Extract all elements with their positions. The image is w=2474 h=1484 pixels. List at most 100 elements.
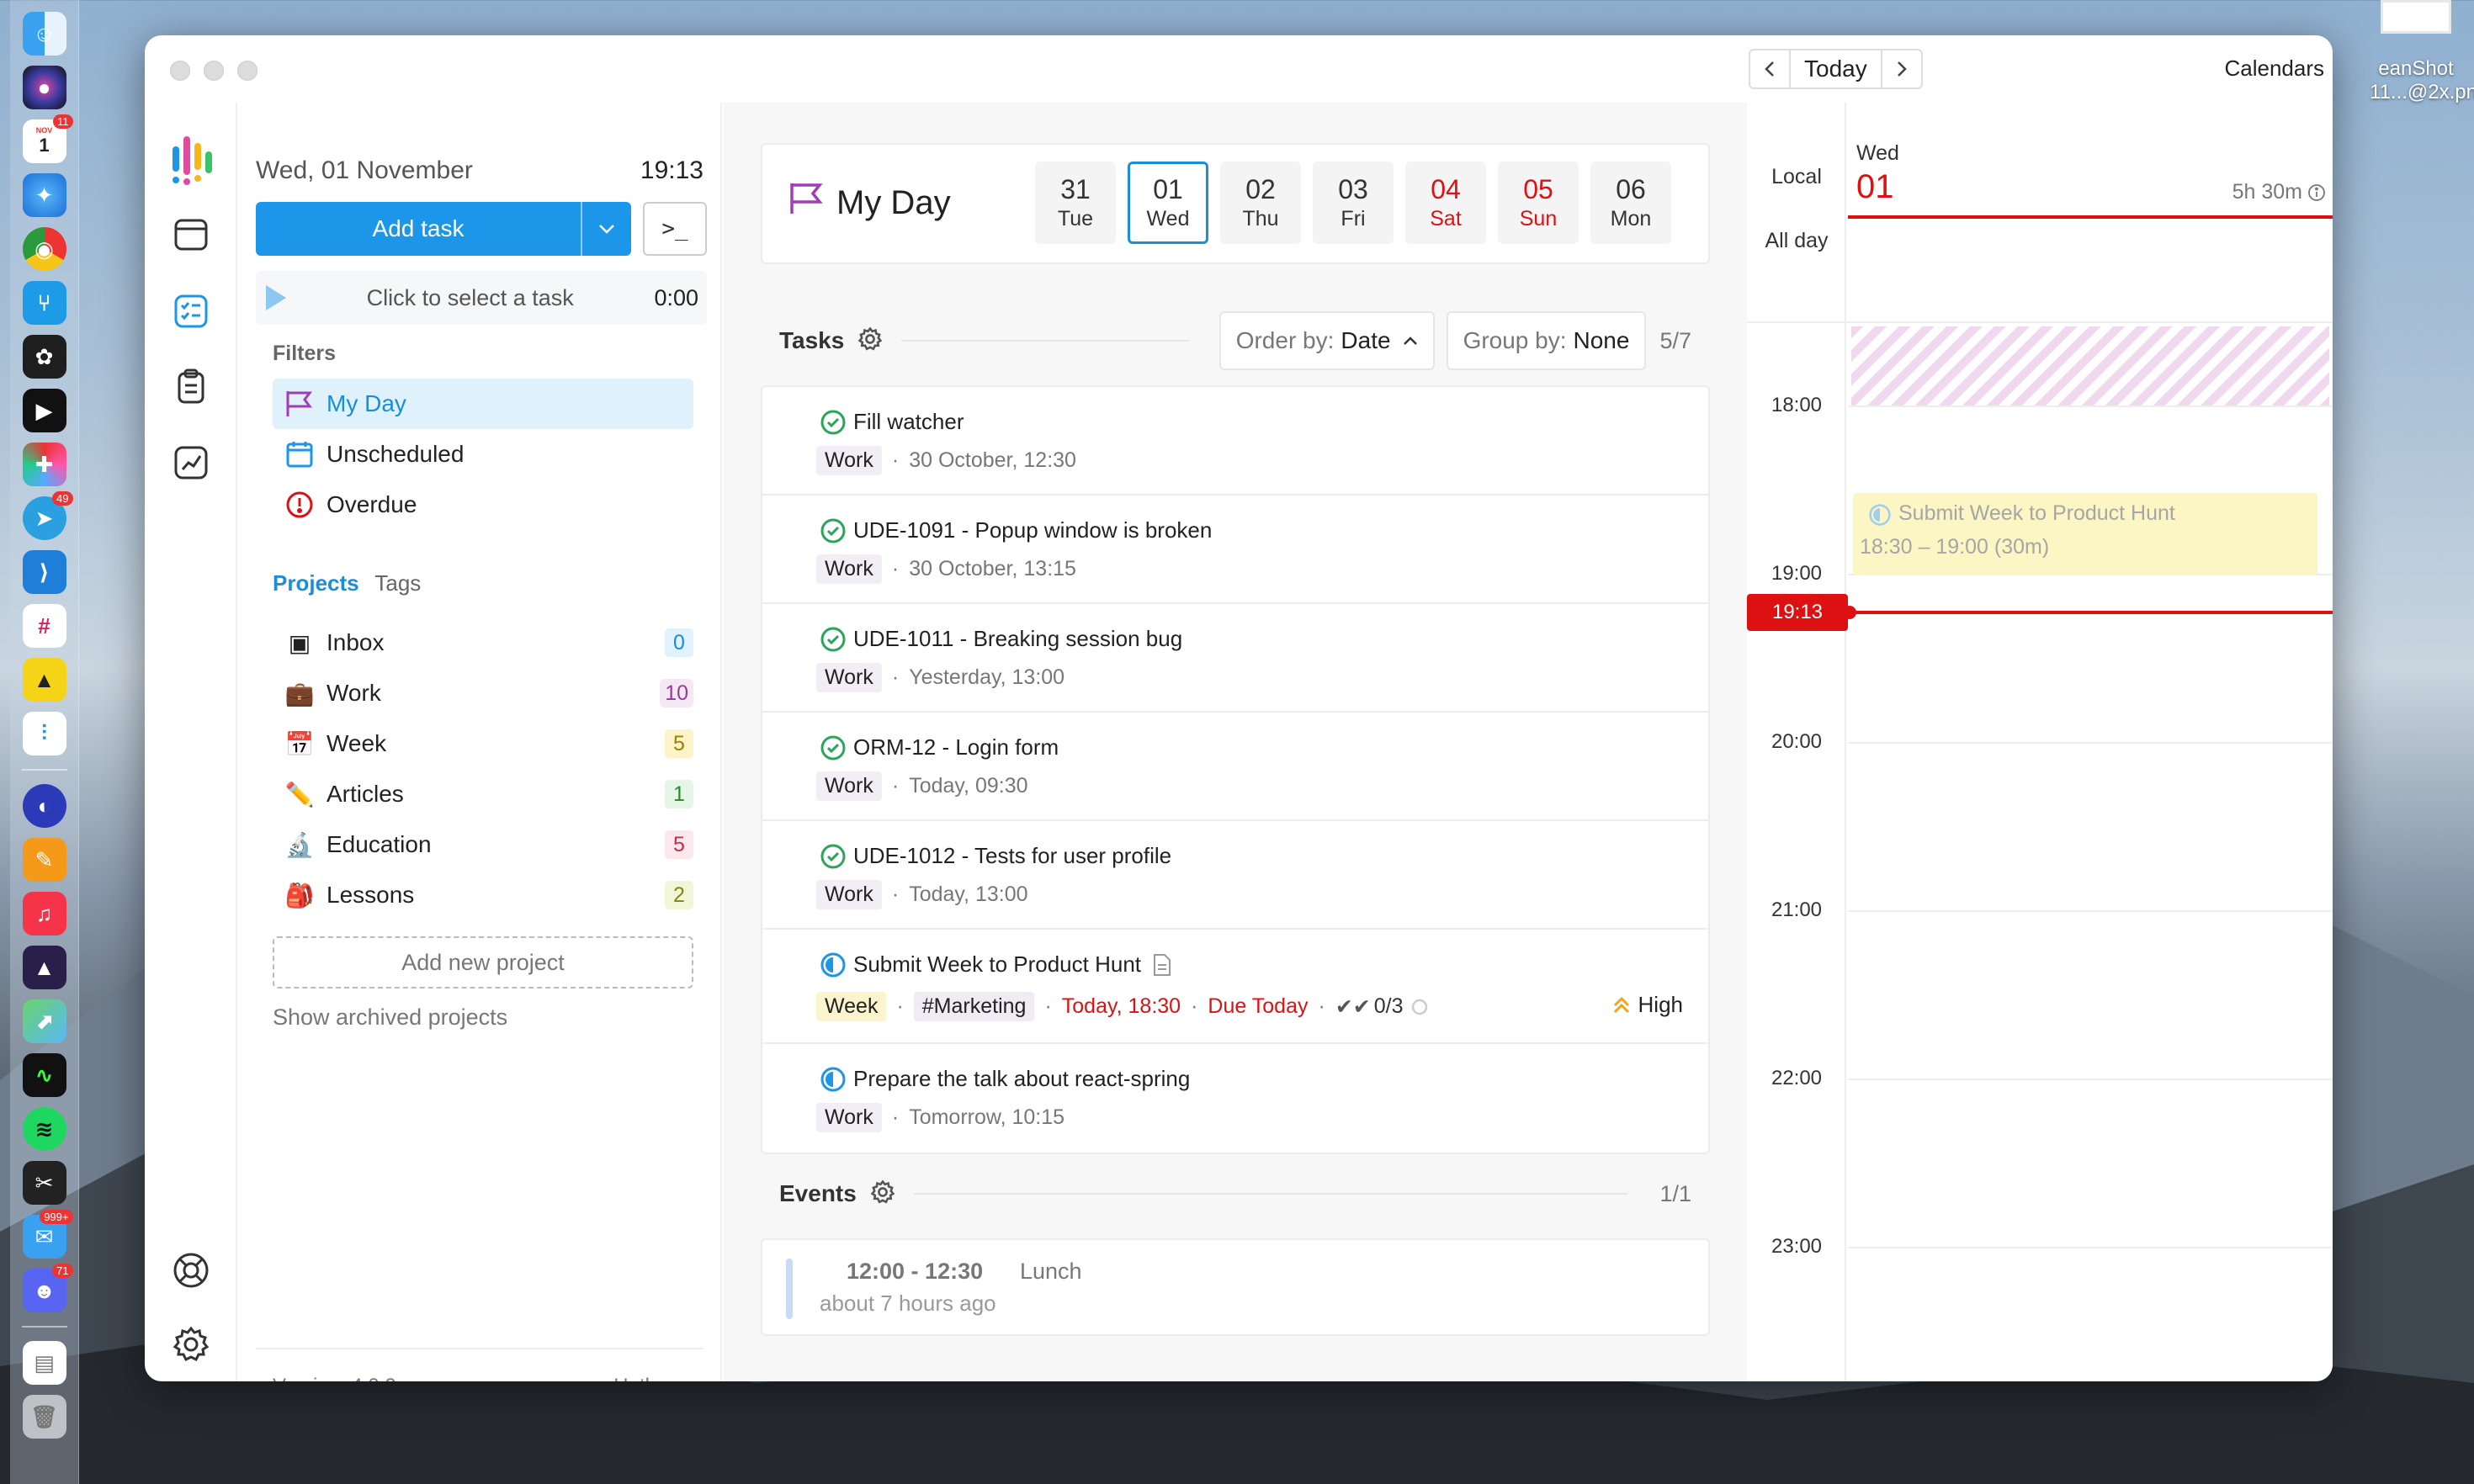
siri-icon[interactable]: ● bbox=[22, 66, 66, 109]
microscope-icon: 🔬 bbox=[284, 831, 315, 858]
desktop-screenshot-file[interactable]: eanShot 11...@2x.png bbox=[2370, 0, 2474, 104]
slack-icon[interactable]: # bbox=[22, 604, 66, 648]
order-by-value: Date bbox=[1341, 327, 1391, 353]
timer-duration: 0:00 bbox=[654, 284, 698, 310]
current-time-badge: 19:13 bbox=[1747, 594, 1848, 631]
task-done-check-icon[interactable] bbox=[820, 409, 847, 440]
add-new-project-button[interactable]: Add new project bbox=[273, 936, 693, 988]
day-tue[interactable]: 31 Tue bbox=[1035, 162, 1116, 244]
zoom-window-button[interactable] bbox=[237, 61, 257, 81]
calendar-event-block[interactable]: Submit Week to Product Hunt 18:30 – 19:0… bbox=[1853, 493, 2317, 575]
filter-overdue[interactable]: Overdue bbox=[273, 480, 693, 530]
craft-icon[interactable]: ✚ bbox=[22, 443, 66, 486]
project-articles[interactable]: ✏️ Articles 1 bbox=[273, 769, 693, 819]
add-task-dropdown[interactable] bbox=[581, 202, 631, 256]
task-project-tag[interactable]: Work bbox=[816, 880, 882, 909]
calendars-button[interactable]: Calendars bbox=[2224, 56, 2324, 82]
command-palette-button[interactable]: >_ bbox=[643, 202, 707, 256]
task-row[interactable]: ORM-12 - Login form Work · Today, 09:30 bbox=[762, 713, 1708, 821]
events-settings-gear-icon[interactable] bbox=[870, 1179, 895, 1209]
tab-projects[interactable]: Projects bbox=[273, 570, 359, 596]
prompt-icon[interactable]: ▶ bbox=[22, 389, 66, 432]
task-done-check-icon[interactable] bbox=[820, 843, 847, 874]
day-mon[interactable]: 06 Mon bbox=[1590, 162, 1671, 244]
trash-icon[interactable]: 🗑 bbox=[22, 1395, 66, 1439]
task-in-progress-icon[interactable] bbox=[820, 1066, 847, 1097]
mail-icon[interactable]: ✉ 999+ bbox=[22, 1210, 73, 1259]
project-education[interactable]: 🔬 Education 5 bbox=[273, 819, 693, 870]
vscode-icon[interactable]: ⟩ bbox=[22, 550, 66, 594]
task-done-check-icon[interactable] bbox=[820, 517, 847, 549]
hotkeys-link[interactable]: Hotkeys bbox=[613, 1375, 687, 1381]
task-project-tag[interactable]: Work bbox=[816, 771, 882, 801]
play-icon[interactable] bbox=[266, 285, 286, 310]
day-thu[interactable]: 02 Thu bbox=[1220, 162, 1301, 244]
order-by-select[interactable]: Order by: Date bbox=[1218, 311, 1435, 370]
capcut-icon[interactable]: ✂ bbox=[22, 1161, 66, 1205]
task-project-tag[interactable]: Work bbox=[816, 663, 882, 692]
tasks-settings-gear-icon[interactable] bbox=[857, 326, 883, 356]
task-project-tag[interactable]: Work bbox=[816, 1103, 882, 1132]
chrome-icon[interactable]: ◉ bbox=[22, 227, 66, 271]
reports-icon[interactable] bbox=[167, 439, 215, 486]
safari-icon[interactable]: ✦ bbox=[22, 173, 66, 217]
tab-tags[interactable]: Tags bbox=[374, 570, 421, 596]
task-project-tag[interactable]: Work bbox=[816, 446, 882, 475]
today-button[interactable]: Today bbox=[1789, 50, 1882, 87]
day-sun[interactable]: 05 Sun bbox=[1498, 162, 1579, 244]
project-inbox[interactable]: ▣ Inbox 0 bbox=[273, 617, 693, 668]
task-row[interactable]: UDE-1012 - Tests for user profile Work ·… bbox=[762, 821, 1708, 930]
prev-day-button[interactable] bbox=[1750, 50, 1789, 87]
day-wed[interactable]: 01 Wed bbox=[1128, 162, 1208, 244]
task-row[interactable]: UDE-1091 - Popup window is broken Work ·… bbox=[762, 496, 1708, 604]
timer-player[interactable]: Click to select a task 0:00 bbox=[256, 271, 707, 325]
project-work[interactable]: 💼 Work 10 bbox=[273, 668, 693, 718]
show-archived-projects-link[interactable]: Show archived projects bbox=[273, 1004, 507, 1031]
task-project-tag[interactable]: Week bbox=[816, 992, 887, 1021]
spotify-icon[interactable]: ≋ bbox=[22, 1107, 66, 1151]
instruments-icon[interactable]: ▲ bbox=[22, 658, 66, 702]
tasks-view-icon[interactable] bbox=[167, 288, 215, 335]
close-window-button[interactable] bbox=[170, 61, 190, 81]
task-label-tag[interactable]: #Marketing bbox=[913, 992, 1035, 1021]
minimize-window-button[interactable] bbox=[204, 61, 224, 81]
calendar-view-icon[interactable] bbox=[167, 210, 215, 257]
help-lifebuoy-icon[interactable] bbox=[167, 1247, 215, 1294]
task-row[interactable]: UDE-1011 - Breaking session bug Work · Y… bbox=[762, 604, 1708, 713]
group-by-select[interactable]: Group by: None bbox=[1446, 311, 1647, 370]
music-icon[interactable]: ♫ bbox=[22, 892, 66, 935]
discord-icon[interactable]: ☻ 71 bbox=[22, 1264, 73, 1312]
telegram-icon[interactable]: ➤ 49 bbox=[22, 491, 73, 540]
task-in-progress-icon[interactable] bbox=[820, 951, 847, 983]
day-fri[interactable]: 03 Fri bbox=[1313, 162, 1394, 244]
project-lessons[interactable]: 🎒 Lessons 2 bbox=[273, 870, 693, 920]
task-project-tag[interactable]: Work bbox=[816, 554, 882, 584]
filter-unscheduled[interactable]: Unscheduled bbox=[273, 429, 693, 480]
clipboard-icon[interactable] bbox=[167, 363, 215, 411]
pages-icon[interactable]: ✎ bbox=[22, 838, 66, 882]
next-day-button[interactable] bbox=[1882, 50, 1921, 87]
settings-gear-icon[interactable] bbox=[167, 1321, 215, 1368]
affinity-icon[interactable]: ▲ bbox=[22, 946, 66, 989]
maps-icon[interactable]: ⬈ bbox=[22, 999, 66, 1043]
info-icon[interactable] bbox=[2307, 183, 2326, 202]
event-item[interactable]: 12:00 - 12:30 Lunch about 7 hours ago bbox=[761, 1238, 1710, 1336]
task-row[interactable]: Submit Week to Product Hunt Week · #Mark… bbox=[762, 930, 1708, 1044]
day-sat[interactable]: 04 Sat bbox=[1405, 162, 1486, 244]
task-done-check-icon[interactable] bbox=[820, 626, 847, 657]
all-day-row[interactable] bbox=[1747, 220, 2333, 323]
fork-icon[interactable]: ⑂ bbox=[22, 281, 66, 325]
document-icon[interactable]: ▤ bbox=[22, 1341, 66, 1385]
calendar-app-icon[interactable]: NOV 1 11 bbox=[22, 114, 73, 163]
task-row[interactable]: Prepare the talk about react-spring Work… bbox=[762, 1044, 1708, 1153]
week-app-icon[interactable]: ⫶ bbox=[22, 712, 66, 755]
finder-icon[interactable]: ☺ bbox=[22, 12, 66, 56]
task-done-check-icon[interactable] bbox=[820, 734, 847, 766]
project-week[interactable]: 📅 Week 5 bbox=[273, 718, 693, 769]
linear-icon[interactable]: ◐ bbox=[22, 784, 66, 828]
activity-monitor-icon[interactable]: ∿ bbox=[22, 1053, 66, 1097]
figma-icon[interactable]: ✿ bbox=[22, 335, 66, 379]
add-task-button[interactable]: Add task bbox=[256, 202, 631, 256]
task-row[interactable]: Fill watcher Work · 30 October, 12:30 bbox=[762, 387, 1708, 496]
filter-my-day[interactable]: My Day bbox=[273, 379, 693, 429]
